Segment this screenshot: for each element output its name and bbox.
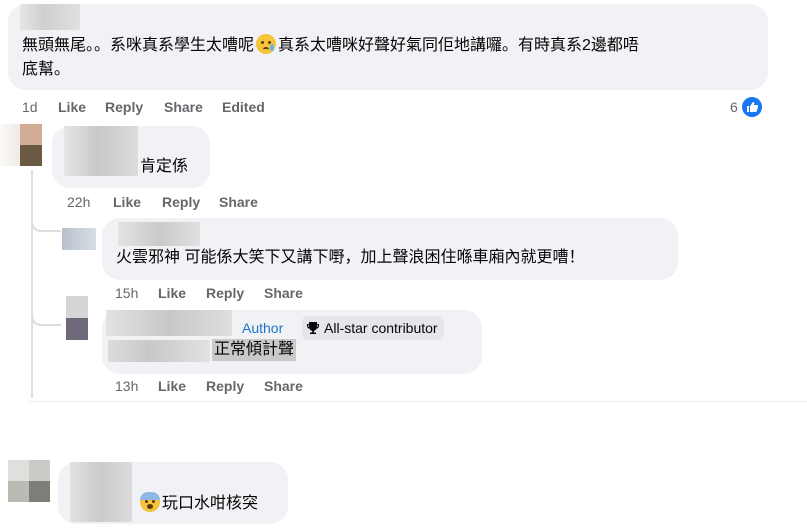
reply-connector — [31, 210, 61, 232]
reply-connector — [31, 300, 61, 326]
blurred-author-name — [64, 126, 138, 176]
timestamp[interactable]: 22h — [67, 194, 90, 210]
reply-button[interactable]: Reply — [105, 99, 143, 115]
edited-label[interactable]: Edited — [222, 99, 265, 115]
avatar[interactable] — [66, 296, 88, 340]
reply-button[interactable]: Reply — [206, 378, 244, 394]
share-button[interactable]: Share — [264, 285, 303, 301]
reply-button[interactable]: Reply — [206, 285, 244, 301]
avatar[interactable] — [8, 460, 50, 502]
like-button[interactable]: Like — [113, 194, 141, 210]
divider — [28, 401, 807, 402]
comment-text-line: 玩口水咁核突 — [140, 492, 258, 516]
timestamp[interactable]: 15h — [115, 285, 138, 301]
contributor-label: All-star contributor — [324, 320, 438, 336]
avatar[interactable] — [20, 124, 42, 166]
blurred-author-name — [118, 222, 200, 246]
comment-text: 無頭無尾。。系咪真系學生太嘈呢 — [22, 37, 255, 54]
comment-text-line: 無頭無尾。。系咪真系學生太嘈呢 真系太嘈咪好聲好氣同佢地講囉。有時真系2邊都唔 — [22, 34, 639, 58]
comment-text: 火雲邪神 可能係大笑下又講下嘢，加上聲浪困住喺車廂內就更嘈！ — [116, 249, 585, 266]
blurred-author-name — [106, 310, 232, 336]
comment-text: 真系太嘈咪好聲好氣同佢地講囉。有時真系2邊都唔 — [278, 37, 639, 54]
like-button[interactable]: Like — [58, 99, 86, 115]
comment-text: 玩口水咁核突 — [162, 495, 259, 512]
avatar[interactable] — [62, 228, 96, 250]
comment-text-line: 底幫。 — [22, 61, 71, 78]
share-button[interactable]: Share — [219, 194, 258, 210]
share-button[interactable]: Share — [264, 378, 303, 394]
like-reaction-icon[interactable] — [742, 97, 762, 117]
blurred-text — [108, 340, 210, 362]
avatar-blur-edge — [0, 124, 20, 166]
like-button[interactable]: Like — [158, 285, 186, 301]
disappointed-relieved-face-icon — [256, 34, 277, 54]
comment-text: 肯定係 — [140, 158, 189, 175]
blurred-author-name — [20, 4, 80, 30]
timestamp[interactable]: 13h — [115, 378, 138, 394]
reply-button[interactable]: Reply — [162, 194, 200, 210]
blurred-author-name — [70, 462, 132, 522]
share-button[interactable]: Share — [164, 99, 203, 115]
reaction-count[interactable]: 6 — [730, 99, 738, 115]
timestamp[interactable]: 1d — [22, 99, 38, 115]
fearful-face-icon — [140, 492, 160, 512]
all-star-contributor-badge[interactable]: All-star contributor — [302, 316, 444, 340]
thread-line — [31, 170, 33, 398]
author-badge[interactable]: Author — [242, 320, 283, 336]
like-button[interactable]: Like — [158, 378, 186, 394]
comment-text: 正常傾計聲 — [212, 339, 297, 361]
trophy-icon — [306, 318, 320, 334]
